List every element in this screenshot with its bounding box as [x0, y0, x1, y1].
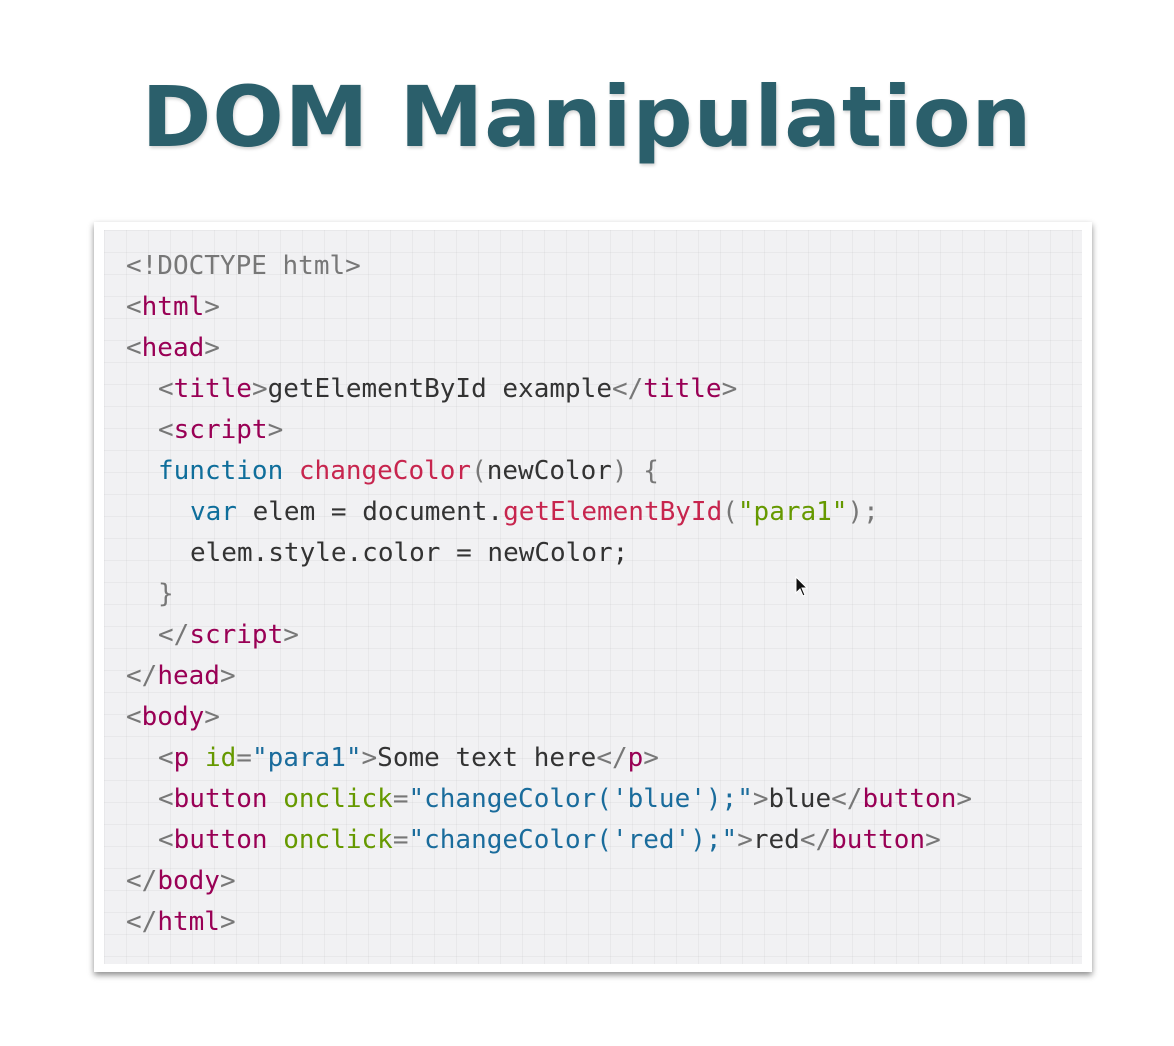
code-line-4: <title>getElementById example</title>: [158, 374, 738, 404]
body-open-tag: body: [141, 702, 205, 732]
blue-handler: "changeColor('blue');": [408, 784, 753, 814]
code-line-11: </head>: [126, 661, 236, 691]
button-blue-open-tag: button: [173, 784, 268, 814]
id-attribute: id: [204, 743, 237, 773]
code-card: <!DOCTYPE html> <html> <head> <title>getEle…: [94, 222, 1092, 972]
function-keyword: function: [158, 456, 284, 486]
button-red-open-tag: button: [173, 825, 268, 855]
body-close-tag: body: [157, 866, 220, 896]
code-line-5: <script>: [158, 415, 284, 445]
html-open-tag: html: [141, 292, 205, 322]
onclick-attribute-red: onclick: [283, 825, 393, 855]
code-line-15: <button onclick="changeColor('red');">re…: [158, 825, 941, 855]
code-line-17: </html>: [126, 907, 236, 937]
p-open-tag: p: [173, 743, 190, 773]
red-handler: "changeColor('red');": [408, 825, 738, 855]
function-param: newColor: [486, 456, 612, 486]
assign-line: elem.style.color = newColor;: [190, 538, 629, 568]
p-close-tag: p: [627, 743, 644, 773]
button-red-close-tag: button: [831, 825, 926, 855]
function-name: changeColor: [298, 456, 472, 486]
code-line-13: <p id="para1">Some text here</p>: [158, 743, 659, 773]
code-line-2: <html>: [126, 292, 220, 322]
code-line-16: </body>: [126, 866, 236, 896]
code-line-8: elem.style.color = newColor;: [126, 533, 972, 574]
var-keyword: var: [190, 497, 237, 527]
title-close-tag: title: [643, 374, 722, 404]
html-close-tag: html: [157, 907, 220, 937]
title-text: getElementById example: [267, 374, 612, 404]
code-line-6: function changeColor(newColor) {: [158, 456, 659, 486]
elem-declaration: elem = document.: [236, 497, 504, 527]
p-text: Some text here: [377, 743, 597, 773]
red-label: red: [752, 825, 800, 855]
mouse-pointer-icon: [795, 576, 809, 597]
code-line-3: <head>: [126, 333, 220, 363]
doctype: <!DOCTYPE html>: [126, 251, 361, 281]
get-element-fn: getElementById: [503, 497, 723, 527]
code-line-14: <button onclick="changeColor('blue');">b…: [158, 784, 973, 814]
onclick-attribute-blue: onclick: [283, 784, 393, 814]
para-string: "para1": [737, 497, 848, 527]
code-line-9: }: [158, 579, 174, 609]
code-line-1: <!DOCTYPE html>: [126, 246, 972, 287]
code-block: <!DOCTYPE html> <html> <head> <title>getEle…: [126, 246, 972, 943]
button-blue-close-tag: button: [862, 784, 957, 814]
code-line-10: </script>: [158, 620, 299, 650]
slide-title: DOM Manipulation: [141, 68, 1033, 166]
code-line-7: var elem = document.getElementById("para…: [190, 497, 879, 527]
title-open-tag: title: [173, 374, 252, 404]
blue-label: blue: [768, 784, 832, 814]
id-value: "para1": [251, 743, 362, 773]
head-open-tag: head: [141, 333, 205, 363]
script-close-tag: script: [189, 620, 284, 650]
code-line-12: <body>: [126, 702, 220, 732]
script-open-tag: script: [173, 415, 268, 445]
head-close-tag: head: [157, 661, 220, 691]
code-panel: <!DOCTYPE html> <html> <head> <title>getEle…: [104, 230, 1082, 964]
